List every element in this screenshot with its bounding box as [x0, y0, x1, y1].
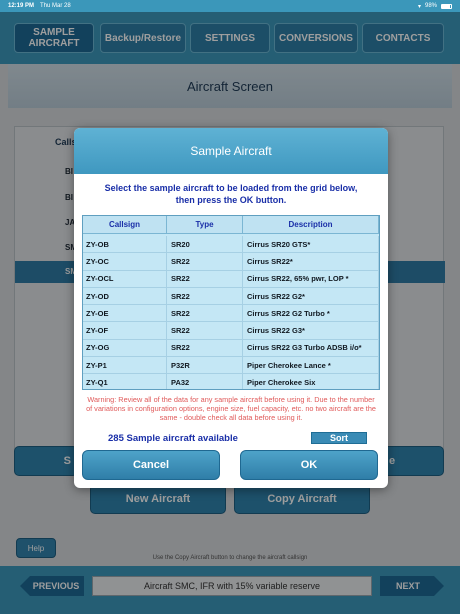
cell-type: SR20	[167, 236, 243, 253]
cell-type: SR22	[167, 253, 243, 270]
cell-type: SR22	[167, 305, 243, 322]
cancel-button[interactable]: Cancel	[82, 450, 220, 480]
grid-header: Callsign Type Description	[83, 216, 379, 234]
cell-description: Cirrus SR22 G2 Turbo *	[243, 305, 379, 322]
column-header-description[interactable]: Description	[243, 216, 379, 233]
sample-aircraft-dialog: Sample Aircraft Select the sample aircra…	[74, 128, 388, 488]
battery-icon	[441, 3, 452, 9]
cell-callsign: ZY-OE	[83, 305, 167, 322]
dialog-title: Sample Aircraft	[74, 128, 388, 174]
status-indicators: ▾ 98%	[418, 3, 452, 10]
table-row[interactable]: ZY-Q1 PA32 Piper Cherokee Six	[83, 374, 379, 389]
cell-callsign: ZY-P1	[83, 357, 167, 374]
column-header-callsign[interactable]: Callsign	[83, 216, 167, 233]
ok-button[interactable]: OK	[240, 450, 378, 480]
cell-callsign: ZY-OC	[83, 253, 167, 270]
instruction-line-2: then press the OK button.	[175, 195, 287, 205]
sort-button[interactable]: Sort	[311, 432, 367, 444]
cell-description: Cirrus SR22*	[243, 253, 379, 270]
cell-description: Cirrus SR22 G3*	[243, 322, 379, 339]
cell-callsign: ZY-OD	[83, 287, 167, 305]
data-warning-text: Warning: Review all of the data for any …	[86, 395, 376, 422]
table-row[interactable]: ZY-P1 P32R Piper Cherokee Lance *	[83, 357, 379, 375]
table-row[interactable]: ZY-OD SR22 Cirrus SR22 G2*	[83, 287, 379, 306]
cell-description: Piper Cherokee Lance *	[243, 357, 379, 374]
grid-body[interactable]: ZY-OB SR20 Cirrus SR20 GTS* ZY-OC SR22 C…	[83, 234, 379, 389]
cell-description: Cirrus SR20 GTS*	[243, 236, 379, 253]
table-row[interactable]: ZY-OC SR22 Cirrus SR22*	[83, 253, 379, 271]
cell-description: Cirrus SR22, 65% pwr, LOP *	[243, 270, 379, 287]
instruction-line-1: Select the sample aircraft to be loaded …	[104, 183, 358, 193]
cell-type: SR22	[167, 287, 243, 305]
column-header-type[interactable]: Type	[167, 216, 243, 233]
status-bar: 12:19 PM Thu Mar 28 ▾ 98%	[0, 0, 460, 12]
cell-description: Cirrus SR22 G3 Turbo ADSB i/o*	[243, 339, 379, 357]
cell-callsign: ZY-OB	[83, 236, 167, 253]
cell-type: PA32	[167, 374, 243, 389]
cell-type: SR22	[167, 339, 243, 357]
cell-callsign: ZY-OG	[83, 339, 167, 357]
sample-count-text: 285 Sample aircraft available	[108, 433, 238, 444]
battery-percent: 98%	[424, 3, 437, 9]
cell-callsign: ZY-Q1	[83, 374, 167, 389]
cell-type: P32R	[167, 357, 243, 374]
table-row[interactable]: ZY-OE SR22 Cirrus SR22 G2 Turbo *	[83, 305, 379, 323]
cell-description: Cirrus SR22 G2*	[243, 287, 379, 305]
cell-type: SR22	[167, 270, 243, 287]
wifi-icon: ▾	[417, 3, 421, 10]
dialog-instruction: Select the sample aircraft to be loaded …	[74, 182, 388, 206]
table-row[interactable]: ZY-OCL SR22 Cirrus SR22, 65% pwr, LOP *	[83, 270, 379, 288]
sample-aircraft-grid[interactable]: Callsign Type Description ZY-OB SR20 Cir…	[82, 215, 380, 390]
status-date: Thu Mar 28	[40, 3, 71, 9]
cell-callsign: ZY-OCL	[83, 270, 167, 287]
cell-type: SR22	[167, 322, 243, 339]
table-row[interactable]: ZY-OB SR20 Cirrus SR20 GTS*	[83, 236, 379, 254]
status-time: 12:19 PM	[8, 3, 35, 9]
cell-callsign: ZY-OF	[83, 322, 167, 339]
table-row[interactable]: ZY-OG SR22 Cirrus SR22 G3 Turbo ADSB i/o…	[83, 339, 379, 358]
cell-description: Piper Cherokee Six	[243, 374, 379, 389]
table-row[interactable]: ZY-OF SR22 Cirrus SR22 G3*	[83, 322, 379, 340]
